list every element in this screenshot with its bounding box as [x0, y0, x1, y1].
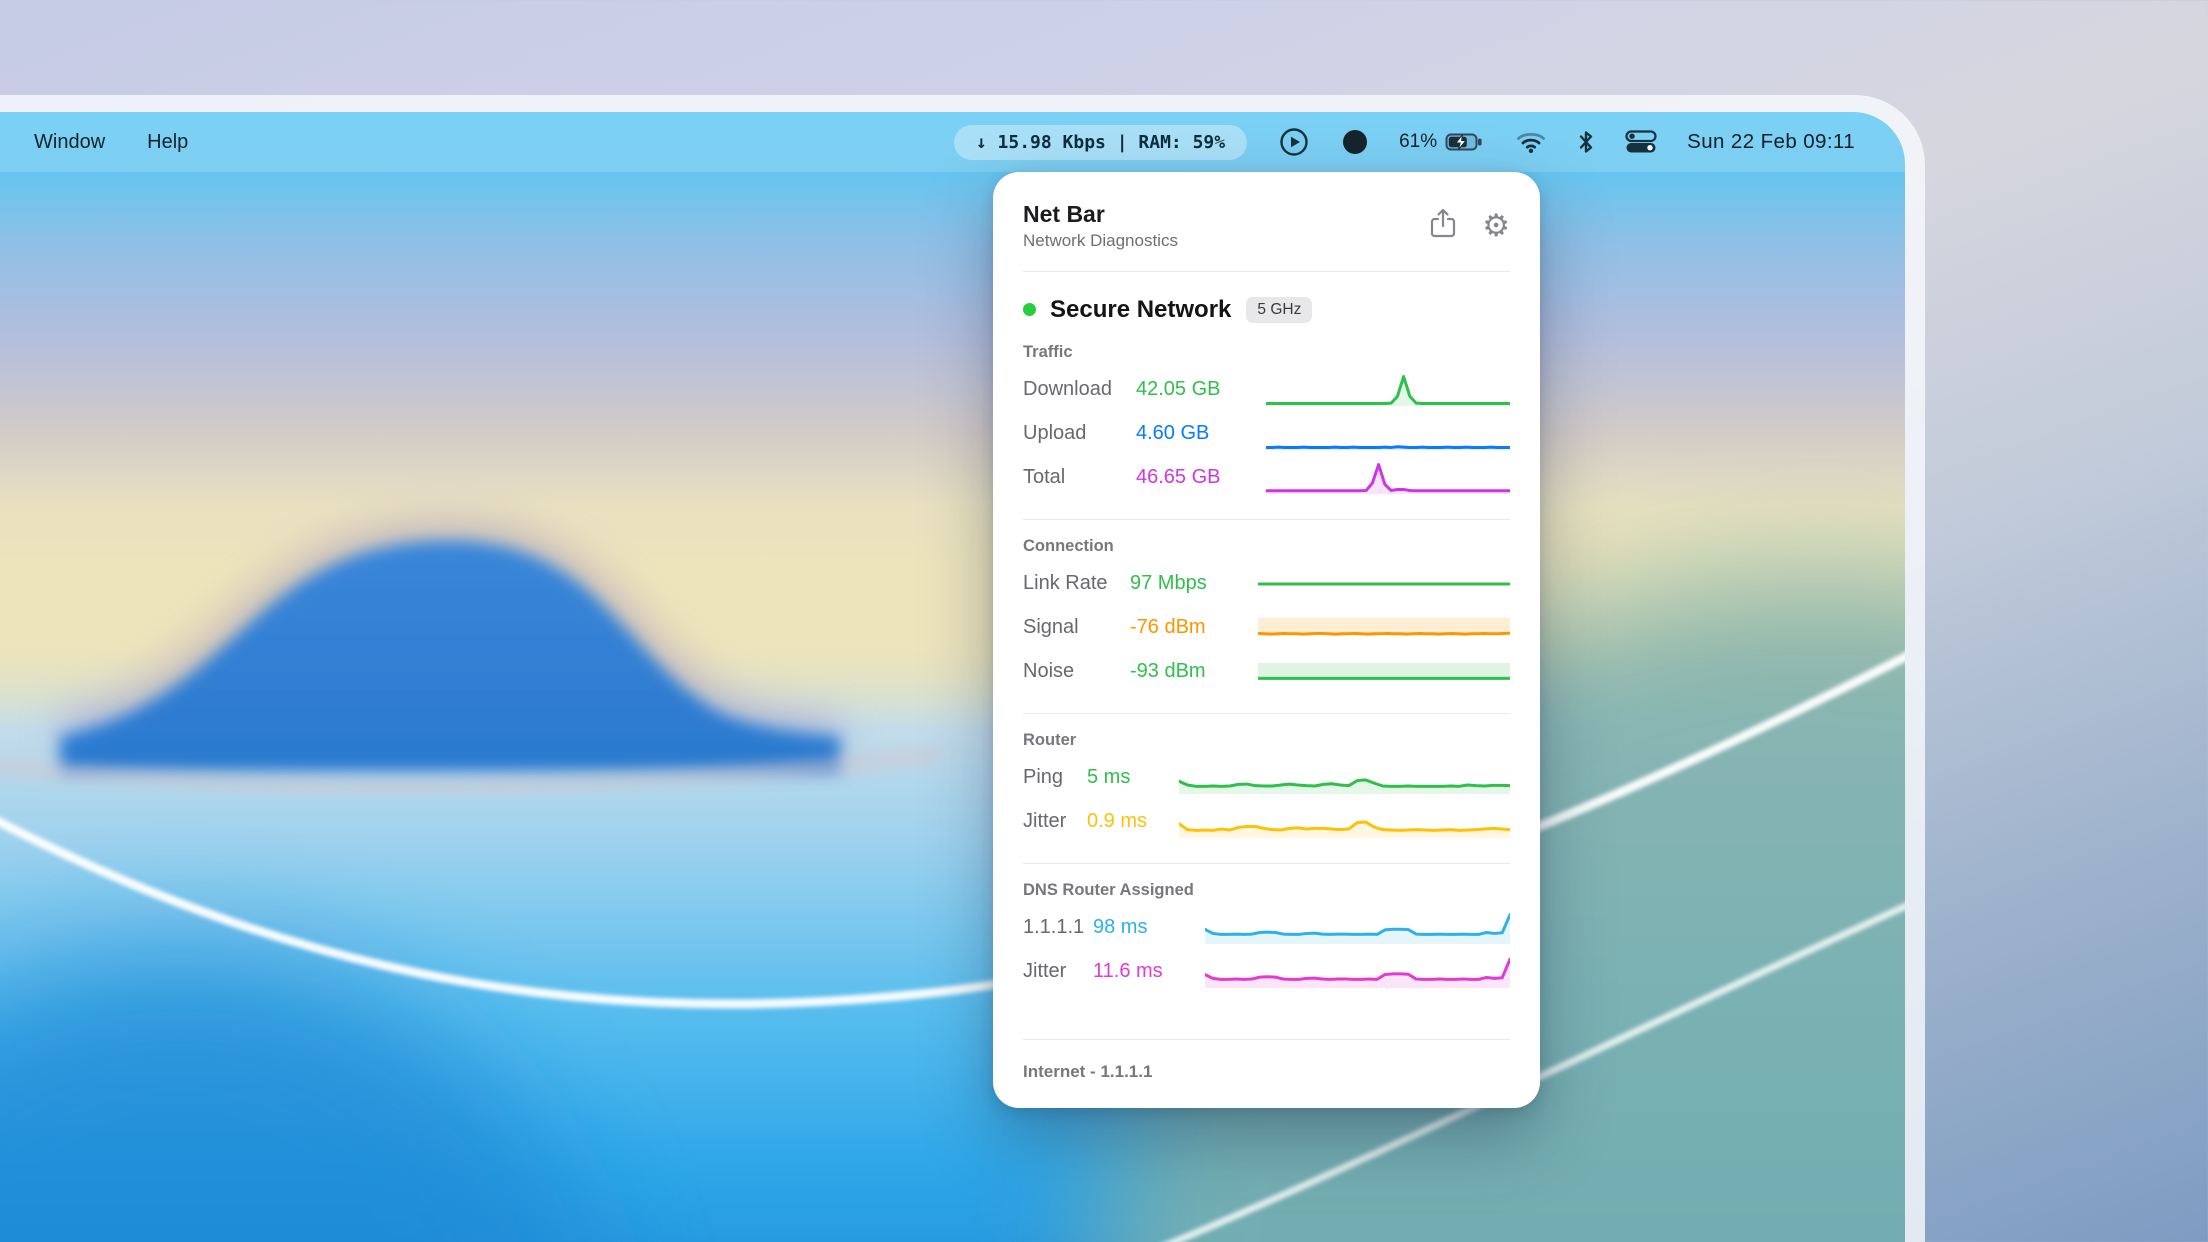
metric-value: 97 Mbps [1130, 572, 1258, 595]
sparkline-chart [1258, 568, 1510, 600]
settings-gear-button[interactable]: ⚙ [1482, 210, 1510, 241]
popover-header: Net Bar Network Diagnostics ⚙ [1023, 200, 1510, 272]
sparkline-chart [1266, 462, 1510, 494]
metric-value: 11.6 ms [1093, 960, 1205, 983]
metric-row: Ping 5 ms [1023, 756, 1510, 800]
section-rows: 1.1.1.1 98 ms Jitter 11.6 ms [1023, 906, 1510, 994]
play-circle-icon[interactable] [1277, 125, 1311, 159]
metric-label: Signal [1023, 616, 1130, 639]
sparkline-chart [1258, 656, 1510, 688]
menu-bar: Window Help ↓ 15.98 Kbps | RAM: 59% 61% [0, 112, 1905, 172]
metric-row: Total 46.65 GB [1023, 456, 1510, 500]
sparkline-chart [1205, 912, 1510, 944]
metric-label: Jitter [1023, 960, 1093, 983]
metric-label: Total [1023, 466, 1136, 489]
metric-label: 1.1.1.1 [1023, 916, 1093, 939]
metric-row: Jitter 0.9 ms [1023, 800, 1510, 844]
metric-value: 4.60 GB [1136, 422, 1266, 445]
menu-item-help[interactable]: Help [147, 131, 188, 154]
metric-label: Upload [1023, 422, 1136, 445]
section-traffic: Traffic Download 42.05 GB Upload 4.60 GB… [1023, 343, 1510, 500]
metric-value: 46.65 GB [1136, 466, 1266, 489]
band-badge: 5 GHz [1246, 297, 1312, 323]
metric-label: Ping [1023, 766, 1087, 789]
popover-titles: Net Bar Network Diagnostics [1023, 200, 1178, 251]
metric-row: Download 42.05 GB [1023, 368, 1510, 412]
control-center-icon[interactable] [1625, 130, 1657, 154]
menu-bar-clock[interactable]: Sun 22 Feb 09:11 [1687, 130, 1855, 154]
sparkline-chart [1205, 956, 1510, 988]
section-label: Traffic [1023, 343, 1510, 362]
metric-row: 1.1.1.1 98 ms [1023, 906, 1510, 950]
section-label: DNS Router Assigned [1023, 881, 1510, 900]
metric-label: Link Rate [1023, 572, 1130, 595]
sparkline-chart [1179, 762, 1510, 794]
metric-row: Jitter 11.6 ms [1023, 950, 1510, 994]
popover-footer: Internet - 1.1.1.1 [1023, 1039, 1510, 1108]
battery-percent: 61% [1399, 131, 1437, 153]
sparkline-chart [1266, 374, 1510, 406]
battery-status[interactable]: 61% [1399, 131, 1485, 153]
section-rows: Ping 5 ms Jitter 0.9 ms [1023, 756, 1510, 844]
netbar-popover: Net Bar Network Diagnostics ⚙ Secure Net… [993, 172, 1540, 1108]
sparkline-chart [1179, 806, 1510, 838]
metric-value: 42.05 GB [1136, 378, 1266, 401]
section-label: Connection [1023, 537, 1510, 556]
metric-value: -93 dBm [1130, 660, 1258, 683]
metric-label: Download [1023, 378, 1136, 401]
network-name: Secure Network [1050, 296, 1231, 324]
desktop-wallpaper [0, 112, 1905, 1242]
wifi-icon[interactable] [1515, 130, 1547, 154]
metric-value: 98 ms [1093, 916, 1205, 939]
internet-dns-label: Internet - 1.1.1.1 [1023, 1062, 1152, 1081]
screen: Window Help ↓ 15.98 Kbps | RAM: 59% 61% [0, 112, 1905, 1242]
network-status-row: Secure Network 5 GHz [1023, 296, 1510, 324]
menu-bar-status-items: ↓ 15.98 Kbps | RAM: 59% 61% [954, 125, 1855, 160]
metric-label: Noise [1023, 660, 1130, 683]
sparkline-chart [1258, 612, 1510, 644]
section-dns: DNS Router Assigned 1.1.1.1 98 ms Jitter… [1023, 863, 1510, 994]
section-rows: Link Rate 97 Mbps Signal -76 dBm Noise -… [1023, 562, 1510, 694]
app-title: Net Bar [1023, 200, 1178, 229]
metric-value: 5 ms [1087, 766, 1179, 789]
section-router: Router Ping 5 ms Jitter 0.9 ms [1023, 713, 1510, 844]
network-status-dot [1023, 303, 1036, 316]
battery-charging-icon [1445, 131, 1485, 153]
record-icon[interactable] [1341, 128, 1369, 156]
metric-value: -76 dBm [1130, 616, 1258, 639]
section-connection: Connection Link Rate 97 Mbps Signal -76 … [1023, 519, 1510, 694]
app-subtitle: Network Diagnostics [1023, 231, 1178, 251]
metric-row: Upload 4.60 GB [1023, 412, 1510, 456]
menu-item-window[interactable]: Window [34, 131, 105, 154]
metric-row: Signal -76 dBm [1023, 606, 1510, 650]
network-ram-status-pill[interactable]: ↓ 15.98 Kbps | RAM: 59% [954, 125, 1247, 160]
section-label: Router [1023, 731, 1510, 750]
metric-value: 0.9 ms [1087, 810, 1179, 833]
section-rows: Download 42.05 GB Upload 4.60 GB Total 4… [1023, 368, 1510, 500]
metric-label: Jitter [1023, 810, 1087, 833]
header-actions: ⚙ [1428, 200, 1510, 245]
popover-sections: Traffic Download 42.05 GB Upload 4.60 GB… [1023, 324, 1510, 994]
metric-row: Noise -93 dBm [1023, 650, 1510, 694]
bluetooth-icon[interactable] [1577, 129, 1595, 155]
metric-row: Link Rate 97 Mbps [1023, 562, 1510, 606]
sparkline-chart [1266, 418, 1510, 450]
desktop: { "menubar": { "menus": ["Window", "Help… [0, 0, 2208, 1242]
share-button[interactable] [1428, 206, 1458, 245]
